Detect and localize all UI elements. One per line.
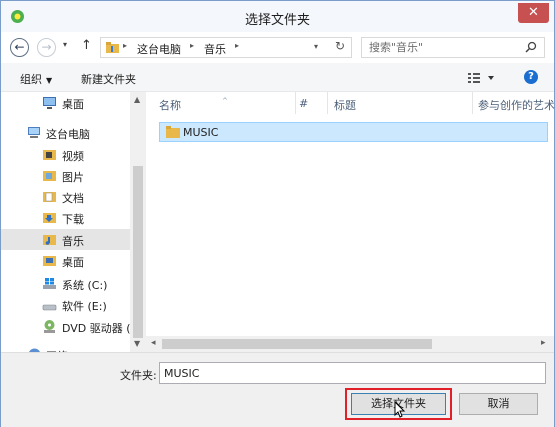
breadcrumb-this-pc[interactable]: 这台电脑 — [137, 41, 181, 57]
column-header-title[interactable]: 标题 — [328, 92, 473, 114]
search-icon[interactable] — [525, 41, 537, 53]
window-title: 选择文件夹 — [244, 13, 310, 28]
horizontal-scrollbar[interactable]: ◂ ▸ — [146, 336, 554, 352]
scroll-left-icon[interactable]: ◂ — [151, 338, 156, 348]
computer-icon — [28, 127, 40, 138]
column-header-label: 参与创作的艺术 — [478, 99, 554, 112]
command-bar: 组织 ▼ 新建文件夹 ? — [1, 63, 554, 92]
nav-item-label: 软件 (E:) — [62, 300, 107, 313]
cancel-button[interactable]: 取消 — [459, 393, 538, 415]
nav-item-documents[interactable]: 文档 — [1, 186, 130, 207]
title-bar: 选择文件夹 ✕ — [1, 1, 554, 32]
nav-item-label: 这台电脑 — [46, 128, 90, 141]
folder-picker-dialog: 选择文件夹 ✕ ← → ▾ ↑ ▸ 这台电脑 ▸ 音乐 ▸ ▾ ↻ 搜索"音乐"… — [0, 0, 555, 427]
chevron-down-icon: ▼ — [46, 76, 53, 85]
nav-item-downloads[interactable]: 下载 — [1, 207, 130, 228]
breadcrumb-separator[interactable]: ▸ — [123, 41, 127, 50]
organize-label: 组织 — [20, 73, 42, 86]
nav-item-label: 视频 — [62, 150, 84, 163]
nav-item-software-drive[interactable]: 软件 (E:) — [1, 294, 130, 315]
scroll-up-icon[interactable]: ▲ — [134, 95, 140, 104]
documents-folder-icon — [43, 192, 56, 202]
drive-icon — [42, 304, 57, 311]
nav-item-label: 系统 (C:) — [62, 279, 108, 292]
file-row-music[interactable]: MUSIC — [159, 122, 548, 142]
nav-item-videos[interactable]: 视频 — [1, 144, 130, 165]
back-button[interactable]: ← — [10, 38, 29, 57]
search-input[interactable] — [362, 38, 519, 57]
up-button[interactable]: ↑ — [81, 38, 92, 53]
mouse-cursor-icon — [394, 401, 406, 418]
forward-button[interactable]: → — [37, 38, 56, 57]
column-header-label: 名称 — [159, 99, 181, 112]
dvd-drive-icon — [44, 320, 55, 333]
desktop-folder-icon — [43, 256, 56, 266]
new-folder-button[interactable]: 新建文件夹 — [81, 71, 136, 87]
music-folder-icon — [106, 42, 119, 53]
music-folder-icon — [43, 235, 56, 245]
recent-locations-dropdown[interactable]: ▾ — [63, 40, 67, 49]
nav-item-label: 桌面 — [62, 256, 84, 269]
horizontal-scroll-thumb[interactable] — [162, 339, 432, 349]
change-view-icon[interactable] — [468, 70, 498, 85]
organize-button[interactable]: 组织 ▼ — [20, 71, 52, 87]
nav-item-this-pc[interactable]: 这台电脑 — [1, 122, 130, 143]
help-button[interactable]: ? — [524, 70, 538, 84]
nav-scrollbar[interactable]: ▲ ▼ — [130, 92, 146, 352]
navigation-pane[interactable]: 桌面 这台电脑 视频 图片 文档 下载 音乐 桌面 系统 (C:) 软件 (E:… — [1, 92, 146, 352]
nav-item-label: 下载 — [62, 213, 84, 226]
nav-item-music[interactable]: 音乐 — [1, 229, 130, 250]
nav-item-label: 图片 — [62, 171, 84, 184]
sort-ascending-icon: ^ — [222, 97, 228, 105]
folder-label: 文件夹: — [120, 369, 157, 382]
video-folder-icon — [43, 150, 56, 160]
address-bar[interactable]: ▸ 这台电脑 ▸ 音乐 ▸ ▾ ↻ — [100, 37, 352, 58]
nav-item-label: 音乐 — [62, 235, 84, 248]
breadcrumb-music[interactable]: 音乐 — [204, 41, 226, 57]
nav-item-pictures[interactable]: 图片 — [1, 165, 130, 186]
column-header-artists[interactable]: 参与创作的艺术 — [473, 92, 554, 114]
breadcrumb-separator[interactable]: ▸ — [235, 41, 239, 50]
scroll-right-icon[interactable]: ▸ — [541, 338, 546, 348]
breadcrumb-separator[interactable]: ▸ — [190, 41, 194, 50]
downloads-folder-icon — [43, 213, 56, 223]
scroll-down-icon[interactable]: ▼ — [134, 339, 140, 348]
file-list[interactable]: ^ 名称 # 标题 参与创作的艺术 MUSIC ◂ ▸ — [146, 92, 554, 352]
column-header-label: # — [299, 97, 309, 110]
column-header-number[interactable]: # — [296, 92, 328, 114]
desktop-icon — [43, 97, 56, 109]
address-row: ← → ▾ ↑ ▸ 这台电脑 ▸ 音乐 ▸ ▾ ↻ — [1, 32, 554, 63]
pictures-folder-icon — [43, 171, 56, 181]
nav-scroll-thumb[interactable] — [133, 166, 143, 338]
nav-item-desktop[interactable]: 桌面 — [1, 92, 130, 113]
nav-item-network[interactable]: 网络 — [1, 344, 130, 352]
refresh-button[interactable]: ↻ — [331, 39, 349, 56]
nav-item-label: 文档 — [62, 192, 84, 205]
nav-item-label: DVD 驱动器 ( — [62, 322, 131, 335]
folder-icon — [166, 126, 180, 138]
nav-item-label: 桌面 — [62, 98, 84, 111]
address-dropdown-icon[interactable]: ▾ — [314, 42, 318, 51]
folder-name-input[interactable] — [159, 362, 546, 384]
file-name: MUSIC — [183, 126, 219, 139]
close-button[interactable]: ✕ — [518, 3, 549, 23]
column-header-name[interactable]: ^ 名称 — [146, 92, 296, 114]
column-header-label: 标题 — [334, 99, 356, 112]
search-box[interactable] — [361, 37, 545, 58]
system-drive-icon — [43, 278, 56, 289]
nav-item-system-drive[interactable]: 系统 (C:) — [1, 273, 130, 294]
nav-item-dvd-drive[interactable]: DVD 驱动器 ( — [1, 316, 131, 337]
dialog-footer: 文件夹: 选择文件夹 取消 — [1, 352, 554, 427]
nav-item-desktop-folder[interactable]: 桌面 — [1, 250, 130, 271]
